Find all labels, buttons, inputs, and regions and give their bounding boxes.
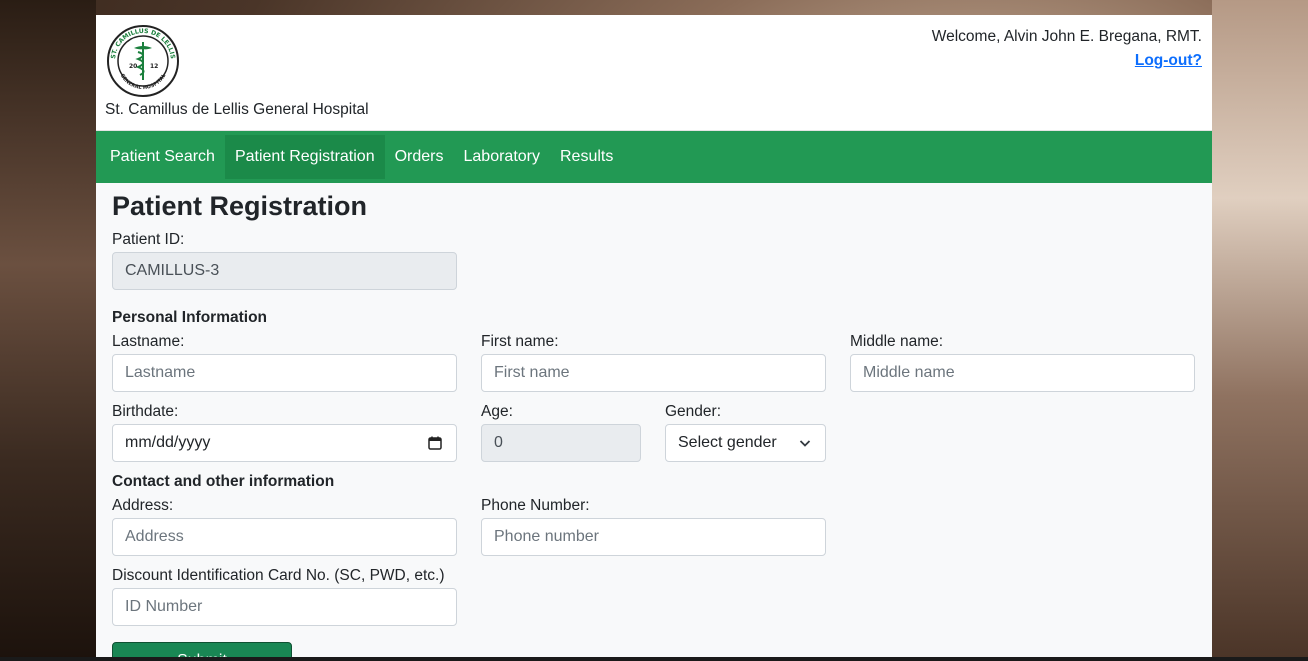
phone-placeholder: Phone number [494,528,599,545]
patient-id-value: CAMILLUS-3 [125,262,220,279]
registration-form: Patient Registration [96,183,1212,225]
taskbar-edge [0,657,1308,661]
middlename-placeholder: Middle name [863,364,955,381]
hospital-logo: ST. CAMILLUS DE LELLIS GENERAL HOSPITAL … [107,25,179,97]
page-container: ST. CAMILLUS DE LELLIS GENERAL HOSPITAL … [96,15,1212,661]
nav-item-results[interactable]: Results [550,135,623,179]
birthdate-label: Birthdate: [112,403,179,420]
address-placeholder: Address [125,528,184,545]
lastname-input[interactable]: Lastname [112,354,457,392]
background-left [0,0,96,661]
header: ST. CAMILLUS DE LELLIS GENERAL HOSPITAL … [96,15,1212,131]
lastname-placeholder: Lastname [125,364,196,381]
firstname-placeholder: First name [494,364,570,381]
lastname-label: Lastname: [112,333,185,350]
personal-info-heading: Personal Information [112,309,268,326]
calendar-icon[interactable] [428,436,442,450]
discount-id-input[interactable]: ID Number [112,588,457,626]
address-input[interactable]: Address [112,518,457,556]
phone-input[interactable]: Phone number [481,518,826,556]
page-title: Patient Registration [112,191,368,221]
discount-id-placeholder: ID Number [125,598,203,615]
firstname-input[interactable]: First name [481,354,826,392]
middlename-label: Middle name: [850,333,944,350]
patient-id-field: CAMILLUS-3 [112,252,457,290]
age-field: 0 [481,424,641,462]
svg-text:20: 20 [129,63,137,70]
age-label: Age: [481,403,513,420]
nav-item-laboratory[interactable]: Laboratory [454,135,551,179]
birthdate-placeholder: mm/dd/yyyy [125,434,211,451]
phone-label: Phone Number: [481,497,590,514]
discount-id-label: Discount Identification Card No. (SC, PW… [112,567,445,584]
chevron-down-icon [799,440,811,447]
nav-item-patient-search[interactable]: Patient Search [100,135,225,179]
welcome-text: Welcome, Alvin John E. Bregana, RMT. [931,28,1202,45]
age-value: 0 [494,434,503,451]
background-right [1212,0,1308,661]
nav-item-patient-registration[interactable]: Patient Registration [224,135,385,179]
address-label: Address: [112,497,174,514]
birthdate-input[interactable]: mm/dd/yyyy [112,424,457,462]
svg-text:12: 12 [150,63,158,70]
logout-link[interactable]: Log-out? [1135,52,1202,70]
gender-selected-value: Select gender [678,434,777,451]
gender-select[interactable]: Select gender [665,424,826,462]
patient-id-label: Patient ID: [112,231,185,248]
hospital-name: St. Camillus de Lellis General Hospital [105,101,369,118]
nav-item-orders[interactable]: Orders [385,135,454,179]
main-nav: Patient Search Patient Registration Orde… [96,131,1212,183]
gender-label: Gender: [665,403,722,420]
firstname-label: First name: [481,333,559,350]
middlename-input[interactable]: Middle name [850,354,1195,392]
contact-info-heading: Contact and other information [112,473,335,490]
